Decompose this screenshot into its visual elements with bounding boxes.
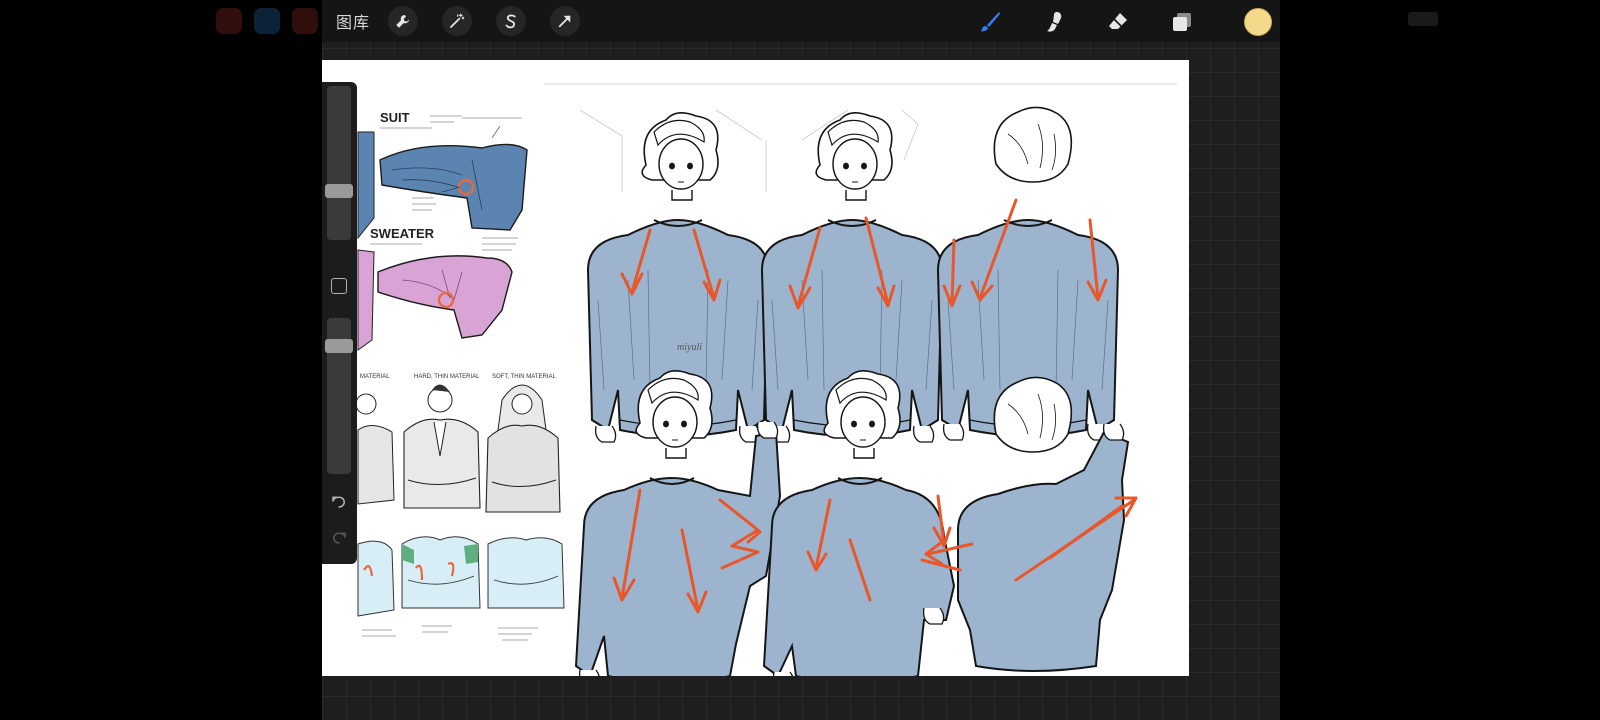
eraser-tool-button[interactable]	[1102, 6, 1134, 38]
status-bar-app-icons	[216, 8, 318, 34]
svg-text:miyuli: miyuli	[677, 342, 702, 353]
brush-icon	[980, 12, 1000, 32]
suit-label: SUIT	[380, 110, 410, 125]
brush-size-slider[interactable]	[325, 86, 353, 240]
brush-sidebar	[322, 82, 357, 564]
eraser-icon	[1109, 13, 1127, 29]
brush-tool-button[interactable]	[974, 6, 1006, 38]
app-icon	[254, 8, 280, 34]
svg-text:SOFT, THIN MATERIAL: SOFT, THIN MATERIAL	[492, 374, 556, 380]
undo-button[interactable]	[330, 492, 348, 513]
smudge-tool-button[interactable]	[1038, 6, 1070, 38]
sweater-label: SWEATER	[370, 226, 435, 241]
selection-button[interactable]	[496, 6, 526, 36]
redo-button[interactable]	[330, 528, 348, 549]
selection-s-icon	[505, 14, 516, 29]
magic-wand-icon	[450, 13, 465, 28]
arrow-transform-icon	[558, 15, 571, 28]
status-indicator	[1408, 12, 1438, 26]
svg-text:HARD, THIN MATERIAL: HARD, THIN MATERIAL	[414, 374, 480, 380]
layers-icon	[1173, 13, 1191, 31]
color-picker-button[interactable]	[1244, 8, 1272, 36]
undo-icon	[332, 496, 346, 508]
drawing-canvas[interactable]: SUIT SWEATER MATERIAL HARD, THIN MATERIA…	[322, 60, 1189, 676]
reference-artwork: SUIT SWEATER MATERIAL HARD, THIN MATERIA…	[355, 83, 1177, 676]
top-toolbar: 图库	[322, 0, 1280, 42]
svg-text:MATERIAL: MATERIAL	[360, 374, 390, 380]
procreate-app: 图库 SUIT SWEATER MATERIAL HARD, THIN MATE…	[322, 0, 1280, 720]
layers-button[interactable]	[1166, 6, 1198, 38]
adjustments-button[interactable]	[442, 6, 472, 36]
brush-size-thumb[interactable]	[325, 184, 353, 198]
app-icon	[292, 8, 318, 34]
opacity-slider[interactable]	[325, 318, 353, 474]
modify-button[interactable]	[331, 278, 347, 294]
redo-icon	[332, 532, 346, 544]
gallery-button[interactable]: 图库	[336, 9, 370, 33]
smudge-icon	[1047, 12, 1062, 32]
app-icon	[216, 8, 242, 34]
opacity-thumb[interactable]	[325, 339, 353, 354]
transform-button[interactable]	[550, 6, 580, 36]
wrench-icon	[396, 15, 409, 28]
actions-button[interactable]	[388, 6, 418, 36]
